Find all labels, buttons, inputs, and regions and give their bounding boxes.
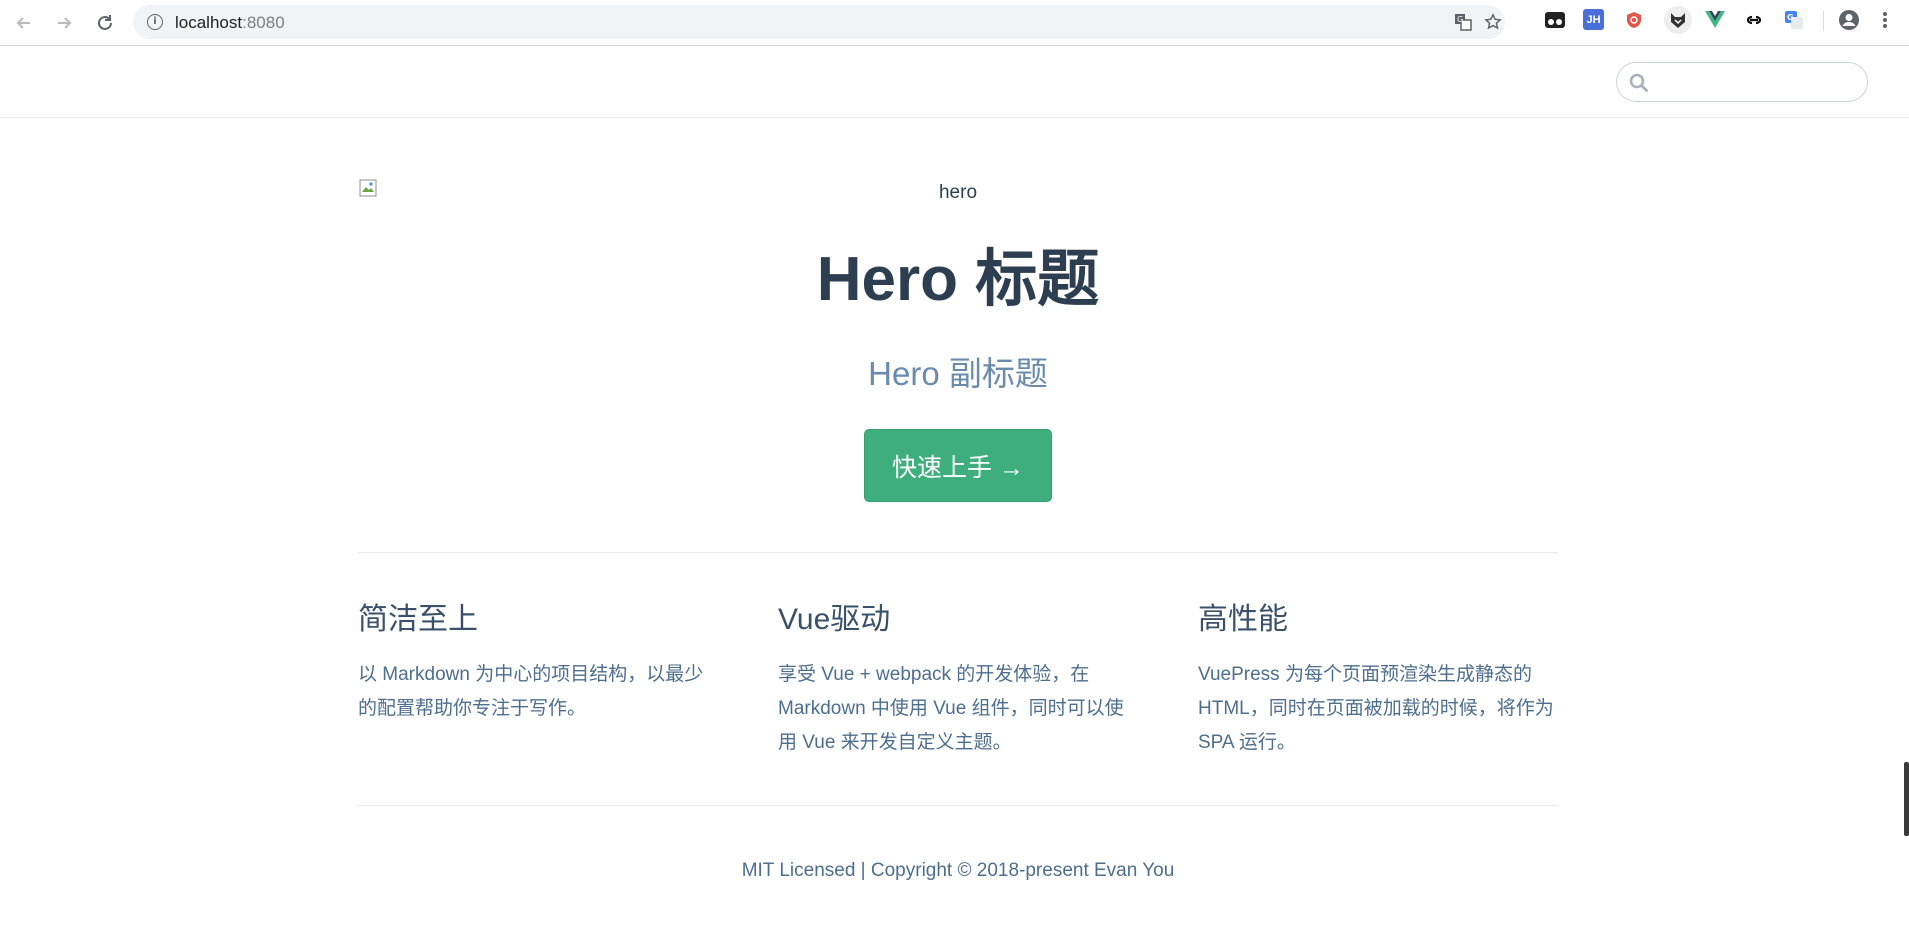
translate-extension-icon[interactable]: G <box>1783 9 1805 31</box>
vue-devtools-icon[interactable] <box>1704 9 1726 31</box>
browser-menu-icon[interactable] <box>1874 9 1896 31</box>
search-input[interactable] <box>1616 62 1868 102</box>
hero-image-alt: hero <box>938 182 978 203</box>
feature-title: 高性能 <box>1198 603 1288 636</box>
site-navbar <box>0 46 1909 118</box>
feature-performant: 高性能 VuePress 为每个页面预渲染生成静态的 HTML，同时在页面被加载… <box>1198 598 1558 760</box>
toolbar-separator <box>1823 11 1824 31</box>
bookmark-star-icon[interactable] <box>1483 13 1503 31</box>
address-bar[interactable]: i localhost:8080 G <box>133 5 1505 39</box>
get-started-button[interactable]: 快速上手 → <box>864 429 1052 502</box>
fox-extension-icon[interactable] <box>1664 6 1692 34</box>
hero-image: hero <box>358 178 1558 208</box>
footer-text: MIT Licensed | Copyright © 2018-present … <box>741 860 1175 881</box>
svg-text:G: G <box>1787 13 1794 22</box>
broken-image-icon <box>359 179 377 197</box>
shield-extension-icon[interactable] <box>1623 9 1645 31</box>
feature-details: VuePress 为每个页面预渲染生成静态的 HTML，同时在页面被加载的时候，… <box>1198 664 1554 753</box>
profile-avatar-icon[interactable] <box>1838 9 1860 31</box>
jh-extension-label: JH <box>1586 13 1601 26</box>
url-text[interactable]: localhost:8080 <box>175 13 285 33</box>
hero-subtitle: Hero 副标题 <box>868 355 1048 392</box>
browser-toolbar: i localhost:8080 G JH G <box>0 0 1909 46</box>
url-host: localhost <box>175 13 243 32</box>
scrollbar-thumb[interactable] <box>1904 762 1909 836</box>
back-arrow-icon[interactable] <box>10 9 38 37</box>
feature-title: 简洁至上 <box>358 603 478 636</box>
reload-icon[interactable] <box>91 9 119 37</box>
url-port: :8080 <box>242 13 285 32</box>
link-extension-icon[interactable] <box>1743 9 1765 31</box>
feature-simple: 简洁至上 以 Markdown 为中心的项目结构，以最少的配置帮助你专注于写作。 <box>358 598 718 726</box>
svg-text:G: G <box>1457 15 1463 24</box>
jh-extension-icon[interactable]: JH <box>1583 9 1604 30</box>
tampermonkey-icon[interactable] <box>1544 9 1566 31</box>
footer-divider <box>358 805 1558 806</box>
features-top-divider <box>358 552 1558 553</box>
search-icon <box>1629 73 1648 92</box>
translate-page-icon[interactable]: G <box>1453 13 1473 31</box>
forward-arrow-icon[interactable] <box>50 9 78 37</box>
site-info-icon[interactable]: i <box>147 14 163 30</box>
feature-title: Vue驱动 <box>778 603 891 636</box>
feature-vue-powered: Vue驱动 享受 Vue + webpack 的开发体验，在 Markdown … <box>778 598 1138 760</box>
feature-details: 以 Markdown 为中心的项目结构，以最少的配置帮助你专注于写作。 <box>358 664 704 719</box>
feature-details: 享受 Vue + webpack 的开发体验，在 Markdown 中使用 Vu… <box>778 664 1124 753</box>
hero-title: Hero 标题 <box>816 245 1100 314</box>
